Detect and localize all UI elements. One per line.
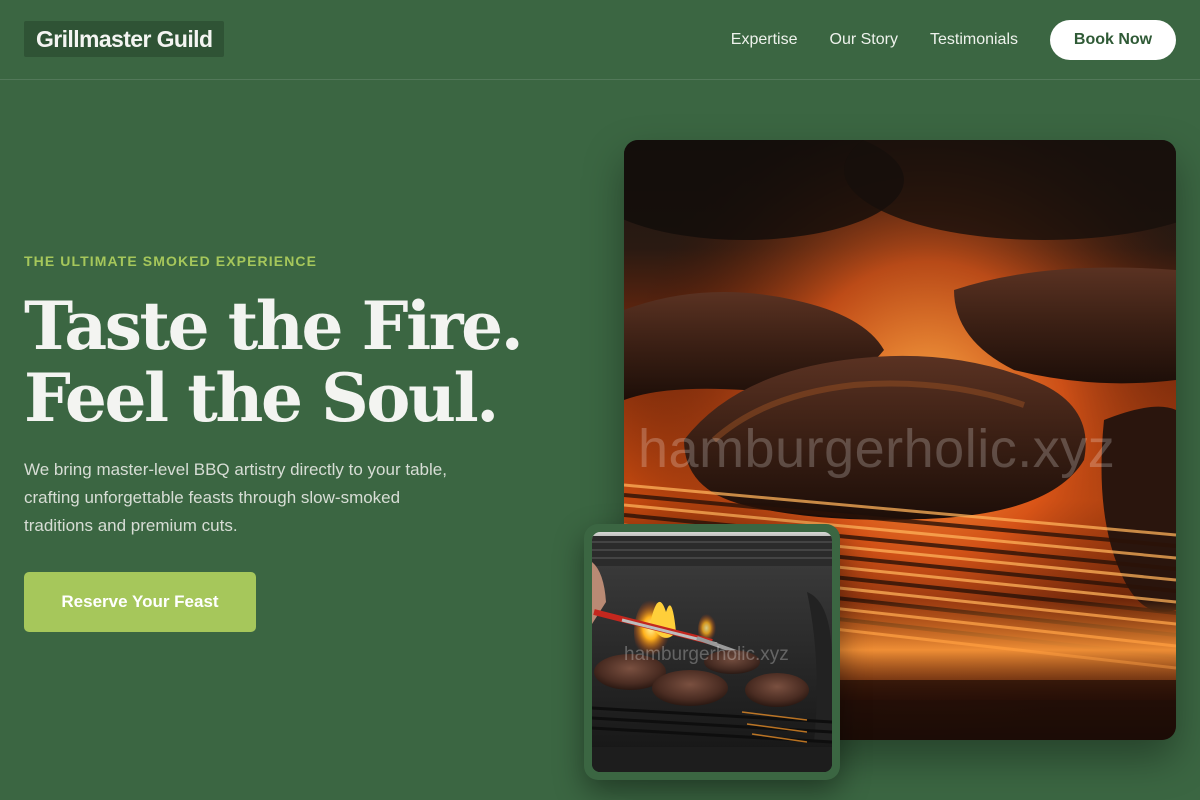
main-nav: Expertise Our Story Testimonials Book No… xyxy=(731,20,1176,60)
hero-inset-frame: hamburgerholic.xyz xyxy=(584,524,840,780)
main-image-watermark: hamburgerholic.xyz xyxy=(638,419,1116,479)
nav-link-testimonials[interactable]: Testimonials xyxy=(930,31,1018,49)
hero-description: We bring master-level BBQ artistry direc… xyxy=(24,460,447,535)
reserve-feast-button[interactable]: Reserve Your Feast xyxy=(24,572,256,632)
hero-inset-image: hamburgerholic.xyz xyxy=(592,532,832,772)
headline-line-1: Taste the Fire. xyxy=(24,287,524,365)
site-header: Grillmaster Guild Expertise Our Story Te… xyxy=(0,0,1200,80)
brand-logo[interactable]: Grillmaster Guild xyxy=(24,21,225,57)
book-now-button[interactable]: Book Now xyxy=(1050,20,1176,60)
hero-headline: Taste the Fire. Feel the Soul. xyxy=(24,290,584,434)
hero-eyebrow: THE ULTIMATE SMOKED EXPERIENCE xyxy=(24,253,318,269)
nav-link-expertise[interactable]: Expertise xyxy=(731,31,798,49)
nav-link-our-story[interactable]: Our Story xyxy=(830,31,898,49)
inset-image-watermark: hamburgerholic.xyz xyxy=(624,644,789,665)
landing-page: Grillmaster Guild Expertise Our Story Te… xyxy=(0,0,1200,800)
headline-line-2: Feel the Soul. xyxy=(24,359,499,437)
